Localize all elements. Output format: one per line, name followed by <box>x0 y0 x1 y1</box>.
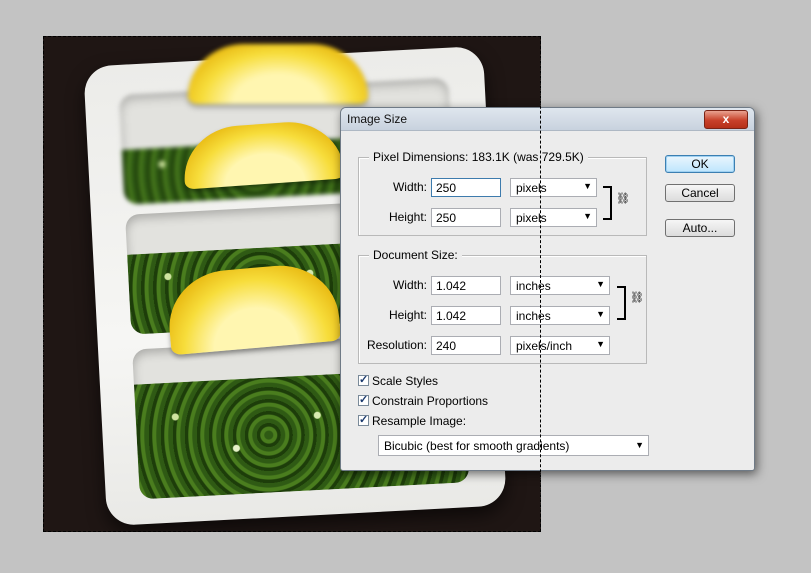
resolution-unit-value: pixels/inch <box>516 339 573 353</box>
doc-constrain-bracket <box>617 286 626 320</box>
resample-method-select[interactable]: Bicubic (best for smooth gradients) ▼ <box>378 435 649 456</box>
doc-width-unit-value: inches <box>516 279 551 293</box>
resample-method-value: Bicubic (best for smooth gradients) <box>384 439 570 453</box>
resample-image-label: Resample Image: <box>372 413 467 428</box>
chevron-down-icon: ▼ <box>596 279 605 289</box>
scale-styles-label: Scale Styles <box>372 373 439 388</box>
doc-height-unit-select[interactable]: inches ▼ <box>510 306 610 325</box>
doc-width-field[interactable]: 1.042 <box>431 276 501 295</box>
ok-button[interactable]: OK <box>665 155 735 173</box>
pixel-height-unit-select[interactable]: pixels ▼ <box>510 208 597 227</box>
scale-styles-checkbox[interactable]: ✓ Scale Styles <box>358 373 438 389</box>
chevron-down-icon: ▼ <box>596 309 605 319</box>
constrain-proportions-checkbox[interactable]: ✓ Constrain Proportions <box>358 393 488 409</box>
pixel-width-label: Width: <box>392 180 427 194</box>
chain-link-icon: ⛓ <box>616 193 630 205</box>
pixel-height-field[interactable]: 250 <box>431 208 501 227</box>
auto-button[interactable]: Auto... <box>665 219 735 237</box>
image-size-dialog: Image Size x Pixel Dimensions: 183.1K (w… <box>340 107 755 471</box>
doc-height-label: Height: <box>388 308 427 322</box>
pixel-width-unit-value: pixels <box>516 181 547 195</box>
resolution-label: Resolution: <box>366 338 427 352</box>
pixel-width-unit-select[interactable]: pixels ▼ <box>510 178 597 197</box>
doc-height-unit-value: inches <box>516 309 551 323</box>
doc-width-unit-select[interactable]: inches ▼ <box>510 276 610 295</box>
dialog-titlebar[interactable]: Image Size x <box>341 108 754 131</box>
checkmark-icon: ✓ <box>359 414 369 427</box>
pixel-dimensions-legend: Pixel Dimensions: <box>373 150 469 164</box>
pixel-height-unit-value: pixels <box>516 211 547 225</box>
close-button[interactable]: x <box>704 110 748 129</box>
doc-height-field[interactable]: 1.042 <box>431 306 501 325</box>
pixel-height-label: Height: <box>388 210 427 224</box>
checkmark-icon: ✓ <box>359 374 369 387</box>
checkmark-icon: ✓ <box>359 394 369 407</box>
chain-link-icon: ⛓ <box>630 292 644 304</box>
document-size-legend: Document Size: <box>373 248 458 262</box>
constrain-bracket <box>603 186 612 220</box>
close-icon: x <box>722 112 730 126</box>
cancel-button[interactable]: Cancel <box>665 184 735 202</box>
pixel-dimensions-group: Pixel Dimensions: 183.1K (was 729.5K) Wi… <box>358 150 647 236</box>
chevron-down-icon: ▼ <box>583 181 592 191</box>
lemon-wedge-top <box>188 44 368 104</box>
chevron-down-icon: ▼ <box>583 211 592 221</box>
resolution-unit-select[interactable]: pixels/inch ▼ <box>510 336 610 355</box>
pixel-width-field[interactable]: 250 <box>431 178 501 197</box>
constrain-proportions-label: Constrain Proportions <box>372 393 489 408</box>
document-size-group: Document Size: Width: 1.042 inches ▼ Hei… <box>358 248 647 364</box>
resolution-field[interactable]: 240 <box>431 336 501 355</box>
doc-width-label: Width: <box>392 278 427 292</box>
dialog-title: Image Size <box>347 112 408 126</box>
pixel-dimensions-summary: 183.1K (was 729.5K) <box>471 150 584 164</box>
resample-image-checkbox[interactable]: ✓ Resample Image: <box>358 413 466 429</box>
chevron-down-icon: ▼ <box>596 339 605 349</box>
chevron-down-icon: ▼ <box>635 440 644 450</box>
